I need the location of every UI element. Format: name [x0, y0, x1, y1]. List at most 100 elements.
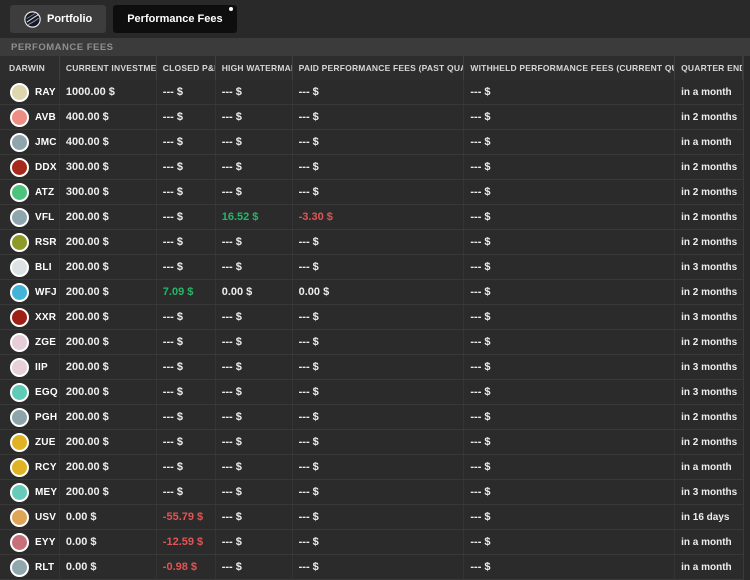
paid-fees-cell: --- $ — [293, 455, 465, 479]
table-body: RAY 1000.00 $ --- $ --- $ --- $ --- $ in… — [0, 80, 743, 580]
closed-pl-cell: --- $ — [157, 330, 216, 354]
current-investment-cell: 200.00 $ — [60, 480, 157, 504]
darwin-avatar — [10, 183, 29, 202]
paid-fees-cell: --- $ — [293, 505, 465, 529]
table-row[interactable]: RAY 1000.00 $ --- $ --- $ --- $ --- $ in… — [0, 80, 743, 105]
section-bar: PERFOMANCE FEES — [0, 38, 750, 56]
closed-pl-cell: --- $ — [157, 180, 216, 204]
current-investment-cell: 400.00 $ — [60, 130, 157, 154]
quarter-ends-cell: in 2 months — [675, 280, 743, 304]
quarter-ends-cell: in a month — [675, 455, 743, 479]
darwin-name: ATZ — [35, 187, 54, 198]
table-row[interactable]: ZUE 200.00 $ --- $ --- $ --- $ --- $ in … — [0, 430, 743, 455]
paid-fees-cell: --- $ — [293, 80, 465, 104]
table-row[interactable]: DDX 300.00 $ --- $ --- $ --- $ --- $ in … — [0, 155, 743, 180]
darwin-cell: RLT — [0, 555, 60, 579]
darwin-name: VFL — [35, 212, 55, 223]
high-watermark-cell: --- $ — [216, 430, 293, 454]
current-investment-cell: 200.00 $ — [60, 330, 157, 354]
header-current-investment: CURRENT INVESTMENT — [60, 56, 157, 80]
table-row[interactable]: PGH 200.00 $ --- $ --- $ --- $ --- $ in … — [0, 405, 743, 430]
current-investment-cell: 400.00 $ — [60, 105, 157, 129]
closed-pl-cell: --- $ — [157, 255, 216, 279]
table-row[interactable]: BLI 200.00 $ --- $ --- $ --- $ --- $ in … — [0, 255, 743, 280]
darwin-cell: MEY — [0, 480, 60, 504]
table-row[interactable]: RCY 200.00 $ --- $ --- $ --- $ --- $ in … — [0, 455, 743, 480]
table-row[interactable]: XXR 200.00 $ --- $ --- $ --- $ --- $ in … — [0, 305, 743, 330]
table-row[interactable]: JMC 400.00 $ --- $ --- $ --- $ --- $ in … — [0, 130, 743, 155]
darwin-avatar — [10, 508, 29, 527]
table-row[interactable]: AVB 400.00 $ --- $ --- $ --- $ --- $ in … — [0, 105, 743, 130]
darwin-name: ZGE — [35, 337, 56, 348]
table-row[interactable]: RSR 200.00 $ --- $ --- $ --- $ --- $ in … — [0, 230, 743, 255]
paid-fees-cell: --- $ — [293, 355, 465, 379]
table-row[interactable]: WFJ 200.00 $ 7.09 $ 0.00 $ 0.00 $ --- $ … — [0, 280, 743, 305]
withheld-fees-cell: --- $ — [464, 330, 675, 354]
current-investment-cell: 200.00 $ — [60, 255, 157, 279]
darwin-cell: ZGE — [0, 330, 60, 354]
quarter-ends-cell: in a month — [675, 80, 743, 104]
quarter-ends-cell: in 2 months — [675, 205, 743, 229]
paid-fees-cell: --- $ — [293, 380, 465, 404]
darwin-cell: PGH — [0, 405, 60, 429]
quarter-ends-cell: in 16 days — [675, 505, 743, 529]
paid-fees-cell: --- $ — [293, 180, 465, 204]
darwin-cell: RCY — [0, 455, 60, 479]
high-watermark-cell: --- $ — [216, 305, 293, 329]
high-watermark-cell: --- $ — [216, 405, 293, 429]
high-watermark-cell: --- $ — [216, 380, 293, 404]
tab-bar: Portfolio Performance Fees — [0, 0, 750, 38]
table-row[interactable]: ZGE 200.00 $ --- $ --- $ --- $ --- $ in … — [0, 330, 743, 355]
darwin-name: USV — [35, 512, 56, 523]
darwin-cell: WFJ — [0, 280, 60, 304]
tab-performance-fees-label: Performance Fees — [127, 13, 222, 25]
current-investment-cell: 0.00 $ — [60, 505, 157, 529]
withheld-fees-cell: --- $ — [464, 430, 675, 454]
table-row[interactable]: IIP 200.00 $ --- $ --- $ --- $ --- $ in … — [0, 355, 743, 380]
current-investment-cell: 0.00 $ — [60, 530, 157, 554]
table-row[interactable]: MEY 200.00 $ --- $ --- $ --- $ --- $ in … — [0, 480, 743, 505]
closed-pl-cell: --- $ — [157, 355, 216, 379]
current-investment-cell: 200.00 $ — [60, 230, 157, 254]
current-investment-cell: 200.00 $ — [60, 205, 157, 229]
quarter-ends-cell: in 2 months — [675, 180, 743, 204]
darwin-avatar — [10, 358, 29, 377]
quarter-ends-cell: in 3 months — [675, 255, 743, 279]
table-row[interactable]: USV 0.00 $ -55.79 $ --- $ --- $ --- $ in… — [0, 505, 743, 530]
tab-performance-fees[interactable]: Performance Fees — [113, 5, 236, 33]
paid-fees-cell: --- $ — [293, 480, 465, 504]
closed-pl-cell: --- $ — [157, 455, 216, 479]
darwin-cell: DDX — [0, 155, 60, 179]
table-row[interactable]: RLT 0.00 $ -0.98 $ --- $ --- $ --- $ in … — [0, 555, 743, 580]
table-row[interactable]: ATZ 300.00 $ --- $ --- $ --- $ --- $ in … — [0, 180, 743, 205]
quarter-ends-cell: in a month — [675, 555, 743, 579]
high-watermark-cell: --- $ — [216, 355, 293, 379]
withheld-fees-cell: --- $ — [464, 205, 675, 229]
header-withheld-fees: WITHHELD PERFORMANCE FEES (CURRENT QUART… — [464, 56, 675, 80]
quarter-ends-cell: in 3 months — [675, 305, 743, 329]
high-watermark-cell: --- $ — [216, 230, 293, 254]
closed-pl-cell: --- $ — [157, 230, 216, 254]
table-row[interactable]: VFL 200.00 $ --- $ 16.52 $ -3.30 $ --- $… — [0, 205, 743, 230]
quarter-ends-cell: in a month — [675, 130, 743, 154]
withheld-fees-cell: --- $ — [464, 155, 675, 179]
table-row[interactable]: EGQ 200.00 $ --- $ --- $ --- $ --- $ in … — [0, 380, 743, 405]
quarter-ends-cell: in 2 months — [675, 405, 743, 429]
closed-pl-cell: --- $ — [157, 430, 216, 454]
darwin-avatar — [10, 158, 29, 177]
withheld-fees-cell: --- $ — [464, 280, 675, 304]
closed-pl-cell: -12.59 $ — [157, 530, 216, 554]
darwin-cell: ATZ — [0, 180, 60, 204]
paid-fees-cell: --- $ — [293, 305, 465, 329]
paid-fees-cell: --- $ — [293, 530, 465, 554]
closed-pl-cell: --- $ — [157, 155, 216, 179]
darwin-avatar — [10, 558, 29, 577]
darwin-name: RAY — [35, 87, 56, 98]
quarter-ends-cell: in 2 months — [675, 430, 743, 454]
darwin-avatar — [10, 408, 29, 427]
current-investment-cell: 300.00 $ — [60, 155, 157, 179]
table-row[interactable]: EYY 0.00 $ -12.59 $ --- $ --- $ --- $ in… — [0, 530, 743, 555]
high-watermark-cell: 0.00 $ — [216, 280, 293, 304]
tab-portfolio[interactable]: Portfolio — [10, 5, 106, 33]
darwin-name: MEY — [35, 487, 57, 498]
